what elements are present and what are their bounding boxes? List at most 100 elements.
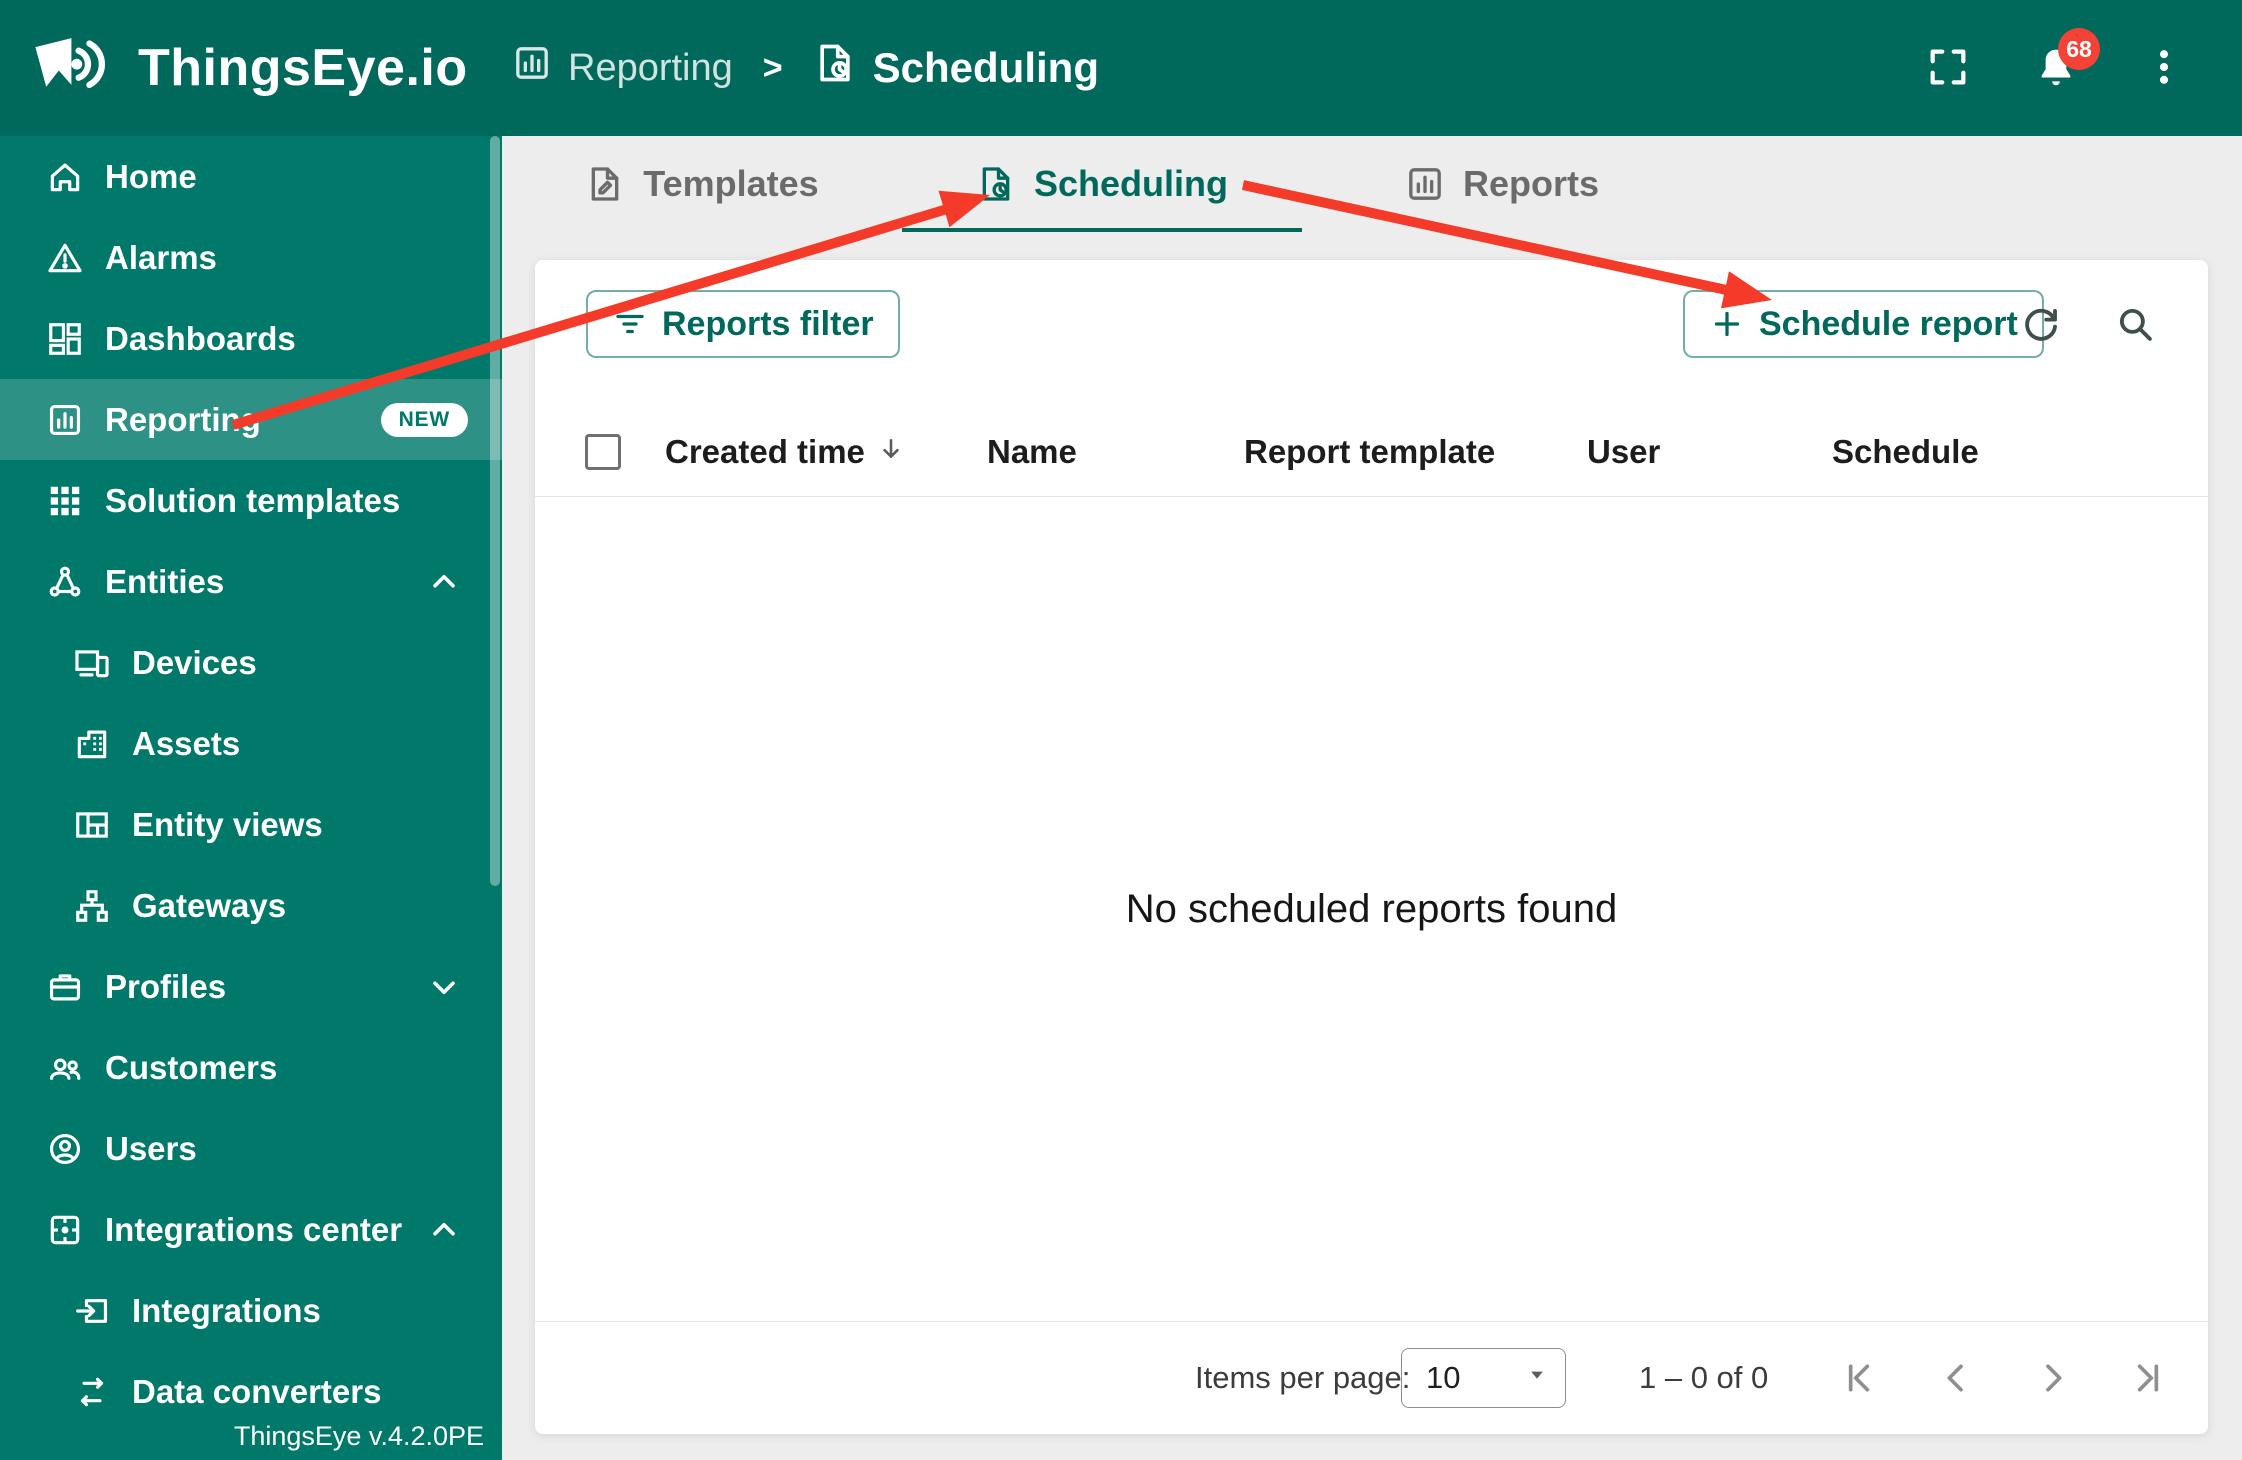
page-range-label: 1 – 0 of 0 <box>1639 1360 1769 1395</box>
sidebar-item-reporting[interactable]: Reporting NEW <box>0 379 502 460</box>
sidebar-item-integrations[interactable]: Integrations <box>0 1270 502 1351</box>
column-name[interactable]: Name <box>987 433 1077 471</box>
sidebar-item-label: Reporting <box>105 400 261 438</box>
sidebar-item-label: Solution templates <box>105 481 401 519</box>
sidebar-item-entity-views[interactable]: Entity views <box>0 784 502 865</box>
breadcrumb-scheduling-label: Scheduling <box>872 44 1099 91</box>
sidebar-item-entities[interactable]: Entities <box>0 541 502 622</box>
sidebar-item-label: Data converters <box>132 1372 382 1410</box>
schedule-report-label: Schedule report <box>1759 304 2018 343</box>
sidebar-item-alarms[interactable]: Alarms <box>0 217 502 298</box>
alarms-icon <box>45 238 85 278</box>
reports-tab-icon <box>1405 164 1445 204</box>
next-page-button[interactable] <box>2023 1348 2083 1408</box>
scheduling-tab-icon <box>976 164 1016 204</box>
sidebar-item-label: Integrations center <box>105 1210 403 1248</box>
select-all-checkbox[interactable] <box>585 434 621 470</box>
previous-page-button[interactable] <box>1926 1348 1986 1408</box>
templates-tab-icon <box>585 164 625 204</box>
sidebar-item-label: Users <box>105 1129 197 1167</box>
plus-icon <box>1709 306 1745 342</box>
sidebar-item-assets[interactable]: Assets <box>0 703 502 784</box>
search-icon <box>2114 303 2156 345</box>
entities-icon <box>45 562 85 602</box>
reporting-icon <box>45 400 85 440</box>
tab-scheduling[interactable]: Scheduling <box>902 136 1302 232</box>
app-version-label: ThingsEye v.4.2.0PE <box>233 1421 484 1451</box>
customers-icon <box>45 1048 85 1088</box>
sidebar-item-label: Home <box>105 157 197 195</box>
column-user[interactable]: User <box>1587 433 1660 471</box>
data-converters-icon <box>72 1372 112 1412</box>
items-per-page-select[interactable]: 10 <box>1401 1348 1566 1408</box>
tab-templates[interactable]: Templates <box>502 136 902 232</box>
breadcrumb-separator: > <box>762 48 783 87</box>
scheduling-card: Reports filter Schedule report Created t… <box>535 260 2208 1434</box>
scheduling-breadcrumb-icon <box>813 41 857 95</box>
last-page-button[interactable] <box>2118 1348 2178 1408</box>
solution-templates-icon <box>45 481 85 521</box>
sidebar-item-integrations-center[interactable]: Integrations center <box>0 1189 502 1270</box>
tab-reports[interactable]: Reports <box>1302 136 1702 232</box>
table-header: Created time Name Report template User S… <box>535 408 2208 497</box>
refresh-button[interactable] <box>2007 290 2075 358</box>
first-page-button[interactable] <box>1829 1348 1889 1408</box>
sidebar-item-dashboards[interactable]: Dashboards <box>0 298 502 379</box>
sidebar-item-label: Entity views <box>132 805 323 843</box>
kebab-menu-icon <box>2142 45 2186 92</box>
tab-label: Templates <box>643 163 819 204</box>
chevron-down-icon <box>426 969 462 1005</box>
refresh-icon <box>2020 303 2062 345</box>
first-page-icon <box>1839 1358 1879 1398</box>
chevron-left-icon <box>1936 1358 1976 1398</box>
dashboards-icon <box>45 319 85 359</box>
integrations-icon <box>72 1291 112 1331</box>
sidebar-item-profiles[interactable]: Profiles <box>0 946 502 1027</box>
integrations-center-icon <box>45 1210 85 1250</box>
column-report-template[interactable]: Report template <box>1244 433 1495 471</box>
items-per-page-label: Items per page: <box>1195 1360 1411 1395</box>
schedule-report-button[interactable]: Schedule report <box>1683 290 2044 358</box>
app-shell: Home Alarms Dashboards Reporting NEW Sol… <box>0 136 2242 1460</box>
chevron-up-icon <box>426 1212 462 1248</box>
sidebar-item-customers[interactable]: Customers <box>0 1027 502 1108</box>
sidebar-item-label: Profiles <box>105 967 227 1005</box>
sidebar-scrollbar[interactable] <box>490 136 500 886</box>
empty-message: No scheduled reports found <box>1125 886 1618 931</box>
logo[interactable]: ThingsEye.io <box>0 34 512 103</box>
app-header: ThingsEye.io Reporting > Scheduling 68 <box>0 0 2242 136</box>
chevron-right-icon <box>2033 1358 2073 1398</box>
sidebar-item-label: Customers <box>105 1048 278 1086</box>
devices-icon <box>72 643 112 683</box>
sidebar-item-data-converters[interactable]: Data converters <box>0 1351 502 1432</box>
sidebar-item-users[interactable]: Users <box>0 1108 502 1189</box>
breadcrumb-scheduling: Scheduling <box>813 41 1099 95</box>
last-page-icon <box>2128 1358 2168 1398</box>
column-label: Created time <box>665 433 865 470</box>
column-schedule[interactable]: Schedule <box>1832 433 1979 471</box>
fullscreen-button[interactable] <box>1920 40 1976 96</box>
notifications-count-badge: 68 <box>2058 28 2100 70</box>
sidebar-item-label: Integrations <box>132 1291 321 1329</box>
chevron-up-icon <box>426 564 462 600</box>
sort-desc-icon <box>877 433 905 471</box>
sidebar-item-home[interactable]: Home <box>0 136 502 217</box>
notifications-button[interactable]: 68 <box>2028 28 2100 96</box>
sidebar-item-label: Gateways <box>132 886 287 924</box>
fullscreen-icon <box>1925 44 1971 93</box>
search-button[interactable] <box>2101 290 2169 358</box>
sidebar-item-devices[interactable]: Devices <box>0 622 502 703</box>
gateways-icon <box>72 886 112 926</box>
entity-views-icon <box>72 805 112 845</box>
table-footer: Items per page: 10 1 – 0 of 0 <box>535 1321 2208 1434</box>
sidebar-item-label: Assets <box>132 724 241 762</box>
reports-filter-button[interactable]: Reports filter <box>586 290 900 358</box>
header-actions: 68 <box>1920 28 2242 96</box>
sidebar-item-solution-templates[interactable]: Solution templates <box>0 460 502 541</box>
breadcrumb-reporting[interactable]: Reporting <box>512 43 733 93</box>
reports-filter-label: Reports filter <box>662 304 874 343</box>
column-created-time[interactable]: Created time <box>665 433 905 471</box>
kebab-menu-button[interactable] <box>2136 40 2192 96</box>
card-toolbar: Reports filter Schedule report <box>535 260 2208 408</box>
sidebar-item-gateways[interactable]: Gateways <box>0 865 502 946</box>
